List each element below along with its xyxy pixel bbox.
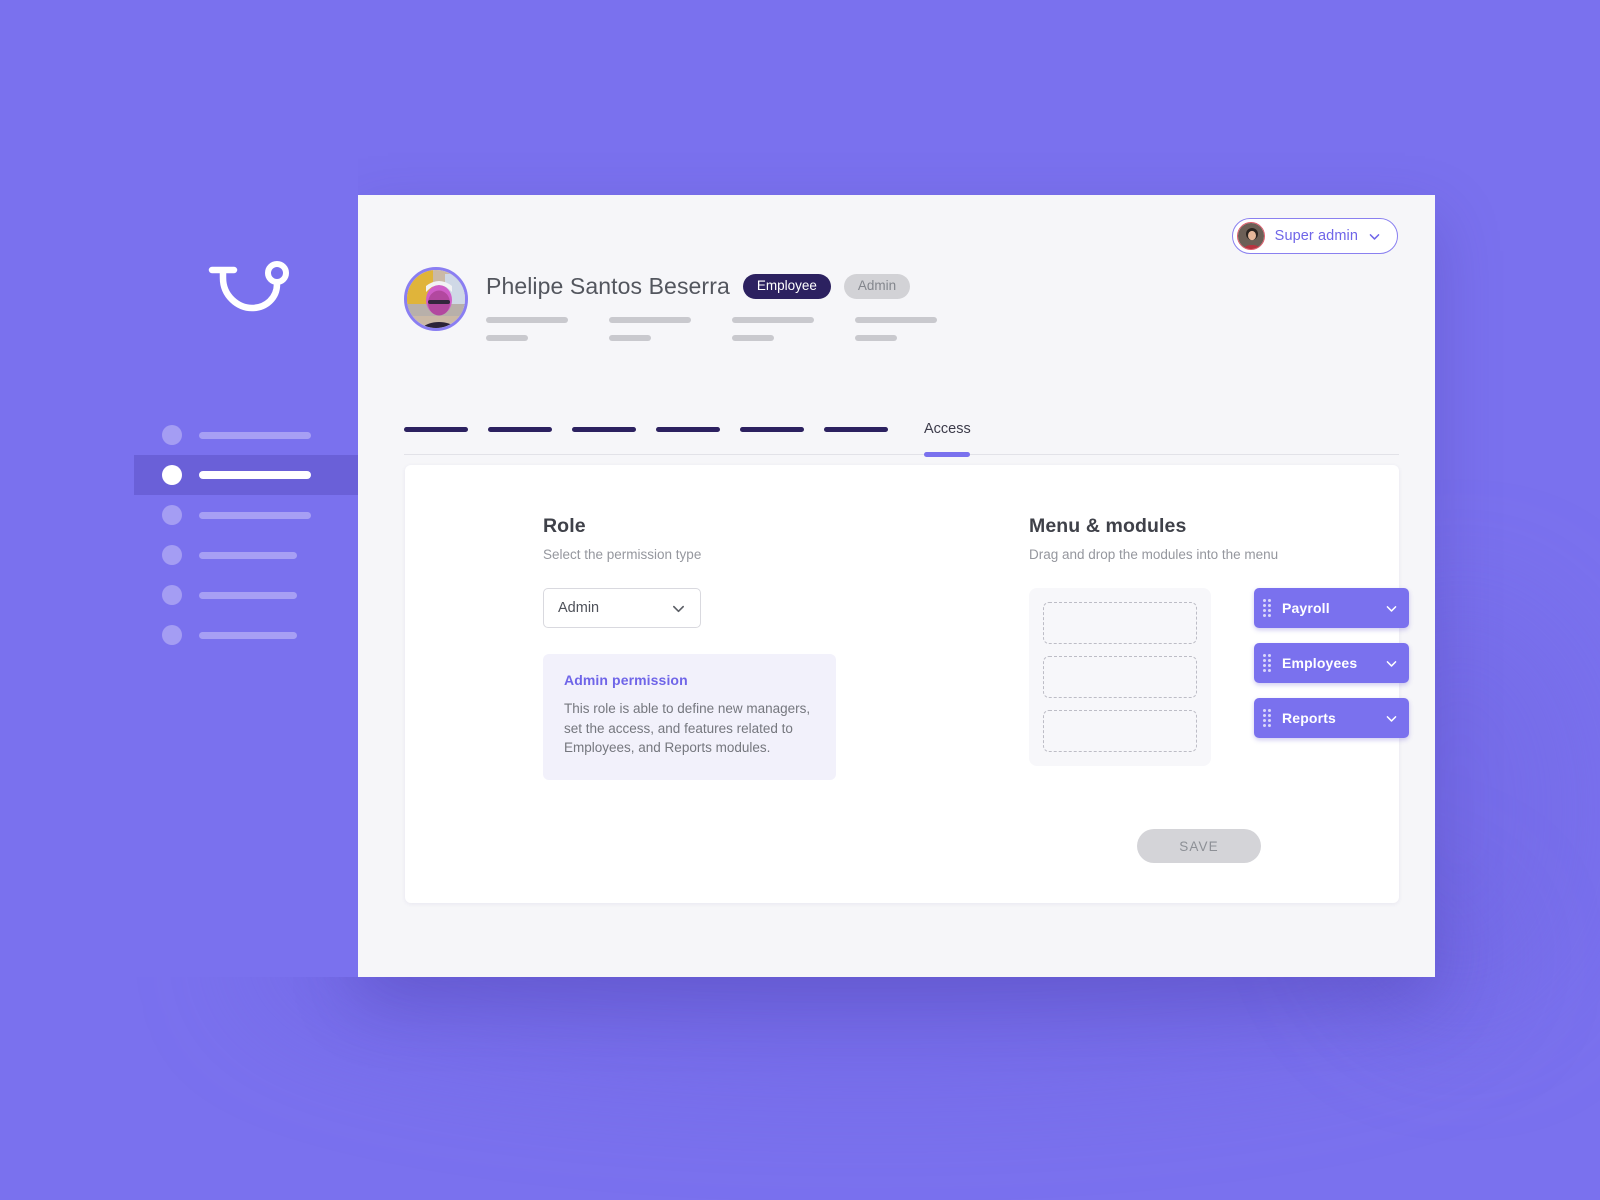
chevron-down-icon[interactable] [1385, 712, 1398, 725]
tab-placeholder-1[interactable] [404, 409, 468, 454]
account-switcher[interactable]: Super admin [1231, 218, 1398, 254]
role-section: Role Select the permission type Admin Ad… [543, 515, 836, 780]
tab-bar: Access [404, 409, 1399, 455]
sidebar-item-5[interactable] [134, 575, 358, 615]
tab-placeholder-4[interactable] [656, 409, 720, 454]
sidebar-item-2-active[interactable] [134, 455, 358, 495]
permission-description: This role is able to define new managers… [564, 701, 811, 756]
status-badge-employee: Employee [742, 274, 831, 299]
profile-meta-placeholders [486, 317, 937, 341]
sidebar-item-1[interactable] [134, 415, 358, 455]
tab-placeholder-3[interactable] [572, 409, 636, 454]
module-chip-employees[interactable]: Employees [1254, 643, 1409, 683]
sidebar-item-label-placeholder [199, 591, 297, 599]
sidebar-item-label-placeholder [199, 431, 311, 439]
meta-field-4 [855, 317, 937, 341]
sidebar [134, 0, 358, 977]
sidebar-item-icon [162, 505, 182, 525]
permission-title: Admin permission [564, 672, 688, 688]
sidebar-item-label-placeholder [199, 551, 297, 559]
sidebar-item-icon [162, 425, 182, 445]
profile-avatar [404, 267, 468, 331]
sidebar-item-label-placeholder [199, 631, 297, 639]
module-chip-label: Employees [1282, 655, 1358, 671]
tab-placeholder-5[interactable] [740, 409, 804, 454]
page-title: Phelipe Santos Beserra [486, 273, 730, 299]
modules-subtitle: Drag and drop the modules into the menu [1029, 547, 1279, 562]
app-window: Super admin Phelipe Santos Beserra Emplo [358, 195, 1435, 977]
role-subtitle: Select the permission type [543, 547, 702, 562]
tab-placeholder-6[interactable] [824, 409, 888, 454]
access-settings-card: Role Select the permission type Admin Ad… [405, 465, 1409, 903]
sidebar-item-6[interactable] [134, 615, 358, 655]
sidebar-nav [134, 415, 358, 655]
module-chip-list: Payroll Employees Reports [1254, 588, 1409, 766]
modules-section: Menu & modules Drag and drop the modules… [1029, 515, 1409, 780]
sidebar-item-4[interactable] [134, 535, 358, 575]
dropzone-slot-3[interactable] [1043, 710, 1197, 752]
sidebar-item-icon [162, 625, 182, 645]
permission-info-box: Admin permission This role is able to de… [543, 654, 836, 780]
sidebar-item-icon [162, 585, 182, 605]
status-badge-admin: Admin [843, 274, 911, 299]
save-button[interactable]: SAVE [1137, 829, 1261, 863]
card-actions: SAVE [1137, 829, 1261, 863]
role-select[interactable]: Admin [543, 588, 701, 628]
module-chip-payroll[interactable]: Payroll [1254, 588, 1409, 628]
sidebar-item-icon [162, 465, 182, 485]
tab-placeholder-2[interactable] [488, 409, 552, 454]
sidebar-item-label-placeholder [199, 511, 311, 519]
role-select-value: Admin [558, 600, 600, 616]
sidebar-item-3[interactable] [134, 495, 358, 535]
role-title: Role [543, 515, 586, 537]
profile-name-row: Phelipe Santos Beserra Employee Admin [486, 273, 937, 300]
drag-handle-icon[interactable] [1263, 599, 1272, 617]
dropzone-slot-1[interactable] [1043, 602, 1197, 644]
drag-handle-icon[interactable] [1263, 654, 1272, 672]
meta-field-2 [609, 317, 691, 341]
module-chip-reports[interactable]: Reports [1254, 698, 1409, 738]
dropzone-slot-2[interactable] [1043, 656, 1197, 698]
account-avatar [1236, 222, 1265, 250]
chevron-down-icon[interactable] [1385, 602, 1398, 615]
sidebar-item-icon [162, 545, 182, 565]
module-chip-label: Reports [1282, 710, 1336, 726]
meta-field-3 [732, 317, 814, 341]
meta-field-1 [486, 317, 568, 341]
module-chip-label: Payroll [1282, 600, 1330, 616]
brand-logo-icon [200, 258, 292, 320]
sidebar-item-label-placeholder [199, 471, 311, 479]
profile-header: Phelipe Santos Beserra Employee Admin [404, 267, 937, 341]
menu-dropzone[interactable] [1029, 588, 1211, 766]
tab-access[interactable]: Access [908, 409, 987, 454]
account-label: Super admin [1274, 228, 1358, 244]
drag-handle-icon[interactable] [1263, 709, 1272, 727]
modules-title: Menu & modules [1029, 515, 1187, 537]
chevron-down-icon [1369, 233, 1380, 240]
chevron-down-icon[interactable] [1385, 657, 1398, 670]
chevron-down-icon [673, 605, 684, 612]
